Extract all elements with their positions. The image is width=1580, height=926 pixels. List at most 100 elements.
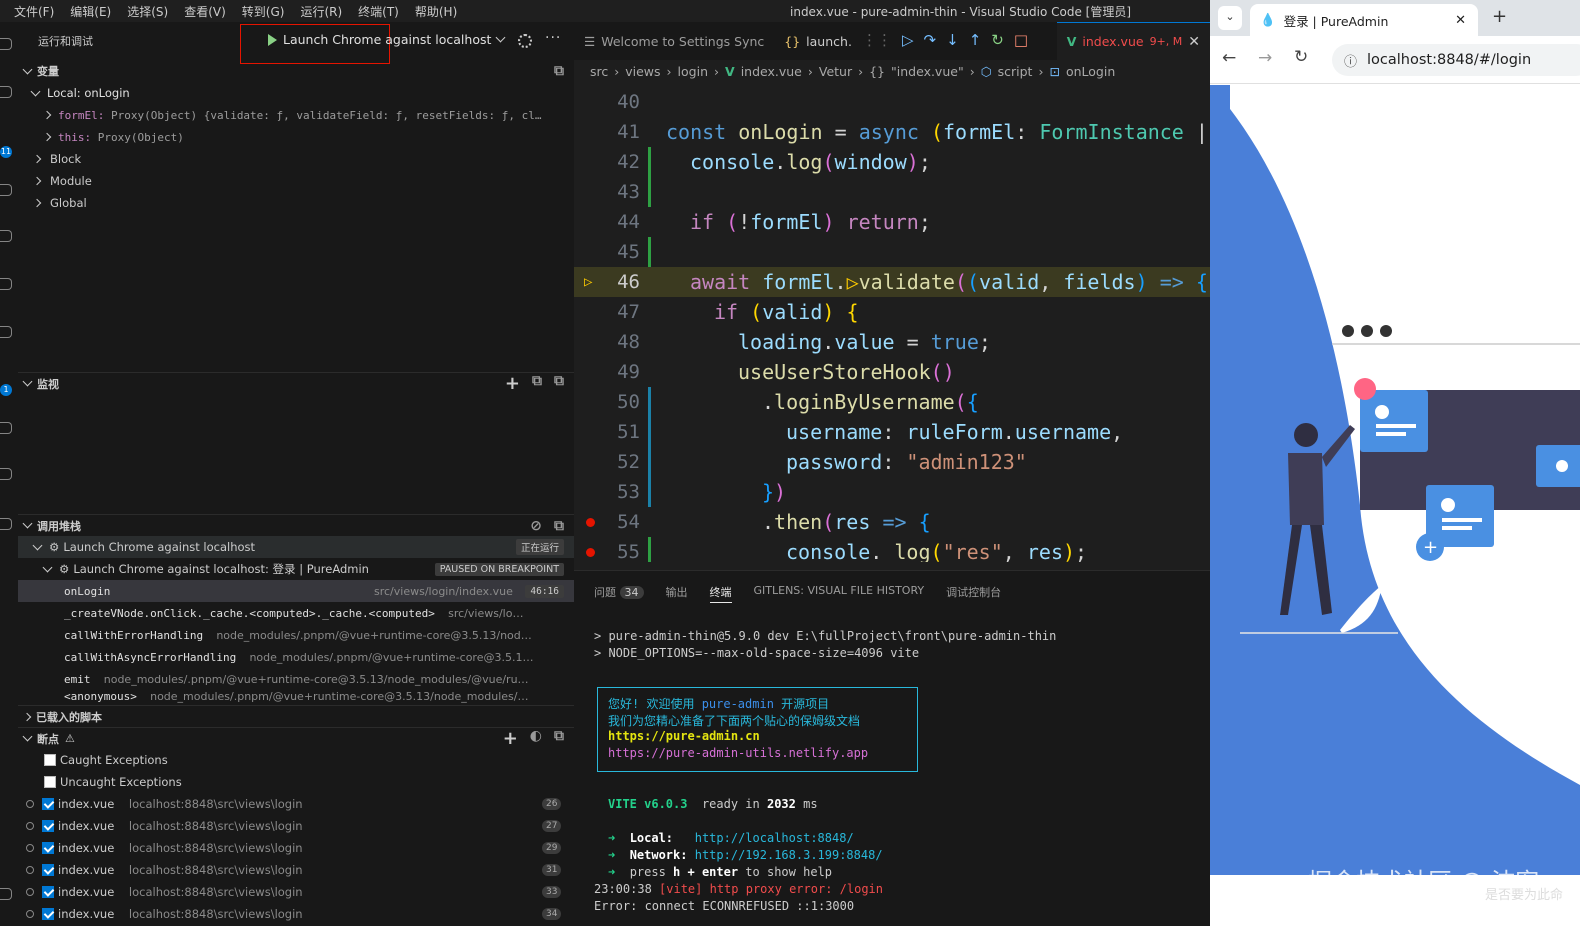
doc-link[interactable]: https://pure-admin-utils.netlify.app	[608, 746, 868, 760]
drag-handle-icon[interactable]: ⋮⋮	[862, 31, 892, 49]
breadcrumb-item[interactable]: Vetur	[819, 64, 852, 79]
debug-session[interactable]: ⚙ Launch Chrome against localhost 正在运行	[18, 536, 574, 558]
doc-link[interactable]: https://pure-admin.cn	[608, 729, 760, 743]
browser-tab[interactable]: 💧 登录 | PureAdmin ✕	[1250, 4, 1478, 36]
breakpoint-item[interactable]: index.vue localhost:8848\src\views\login…	[18, 837, 574, 859]
collapse-all-icon[interactable]: ⧉	[554, 728, 564, 749]
run-debug-icon[interactable]	[0, 184, 12, 196]
debug-target[interactable]: ⚙ Launch Chrome against localhost: 登录 | …	[18, 558, 574, 580]
tab-problems[interactable]: 问题 34	[594, 584, 644, 603]
uncaught-exceptions-checkbox[interactable]	[44, 776, 56, 788]
close-icon[interactable]: ✕	[1188, 34, 1200, 50]
breakpoint-checkbox[interactable]	[42, 820, 54, 832]
watch-section-header[interactable]: 监视 + ⧉ ⧉	[18, 372, 574, 394]
breakpoint-item[interactable]: index.vue localhost:8848\src\views\login…	[18, 793, 574, 815]
explorer-icon[interactable]	[0, 38, 12, 50]
extensions-icon[interactable]	[0, 230, 12, 242]
collapse-all-icon[interactable]: ⧉	[554, 373, 564, 394]
refresh-icon[interactable]: ⧉	[532, 373, 542, 394]
account-icon[interactable]	[0, 888, 12, 900]
close-icon[interactable]: ✕	[1455, 13, 1466, 28]
stack-frame[interactable]: callWithErrorHandling node_modules/.pnpm…	[18, 624, 574, 646]
step-out-icon[interactable]: ↑	[969, 31, 982, 49]
menu-selection[interactable]: 选择(S)	[119, 3, 176, 20]
local-url[interactable]: http://localhost:8848/	[695, 831, 854, 845]
timeline-icon[interactable]	[0, 468, 12, 480]
stack-frame[interactable]: _createVNode.onClick._cache.<computed>._…	[18, 602, 574, 624]
scope-local[interactable]: Local: onLogin	[18, 82, 574, 104]
menu-help[interactable]: 帮助(H)	[407, 3, 465, 20]
breakpoint-item[interactable]: index.vue localhost:8848\src\views\login…	[18, 859, 574, 881]
breakpoint-checkbox[interactable]	[42, 886, 54, 898]
menu-run[interactable]: 运行(R)	[292, 3, 350, 20]
breakpoint-icon[interactable]	[586, 547, 595, 557]
stack-frame[interactable]: onLogin src/views/login/index.vue 46:16	[18, 580, 574, 602]
more-actions-icon[interactable]: ···	[545, 30, 561, 46]
tab-gitlens-history[interactable]: GITLENS: VISUAL FILE HISTORY	[754, 584, 925, 603]
continue-icon[interactable]: ▷	[902, 31, 914, 49]
step-over-icon[interactable]: ↷	[924, 31, 937, 49]
breadcrumb-item[interactable]: index.vue	[741, 64, 802, 79]
breakpoint-item[interactable]: index.vue localhost:8848\src\views\login…	[18, 815, 574, 837]
menu-file[interactable]: 文件(F)	[6, 3, 62, 20]
gitlens-badge[interactable]: 1	[0, 384, 12, 396]
step-into-icon[interactable]: ↓	[946, 31, 959, 49]
collapse-all-icon[interactable]: ⧉	[554, 518, 564, 534]
menu-edit[interactable]: 编辑(E)	[62, 3, 119, 20]
breadcrumb-item[interactable]: onLogin	[1066, 64, 1115, 79]
tab-debug-console[interactable]: 调试控制台	[946, 584, 1001, 603]
restart-icon[interactable]: ↻	[991, 31, 1004, 49]
breakpoint-item[interactable]: index.vue localhost:8848\src\views\login…	[18, 903, 574, 925]
tab-output[interactable]: 输出	[666, 584, 688, 603]
menu-view[interactable]: 查看(V)	[176, 3, 234, 20]
network-url[interactable]: http://192.168.3.199:8848/	[695, 848, 883, 862]
add-icon[interactable]: +	[503, 728, 518, 749]
stack-frame[interactable]: callWithAsyncErrorHandling node_modules/…	[18, 646, 574, 668]
callstack-section-header[interactable]: 调用堆栈 ⊘ ⧉	[18, 514, 574, 536]
breakpoint-checkbox[interactable]	[42, 908, 54, 920]
gear-icon[interactable]	[518, 34, 532, 48]
chevron-down-icon[interactable]	[495, 32, 506, 43]
search-icon[interactable]	[0, 86, 12, 98]
docker-icon[interactable]	[0, 422, 12, 434]
caught-exceptions-row[interactable]: Caught Exceptions	[18, 749, 574, 771]
source-control-badge[interactable]: 11	[0, 146, 12, 158]
scope-module[interactable]: Module	[18, 170, 574, 192]
breakpoints-section-header[interactable]: 断点 ⚠ + ◐ ⧉	[18, 727, 574, 749]
launch-config-dropdown[interactable]: Launch Chrome against localhost	[268, 32, 506, 47]
breadcrumb-item[interactable]: login	[678, 64, 708, 79]
new-tab-icon[interactable]: +	[1492, 6, 1507, 27]
variable-row[interactable]: formEl: Proxy(Object) {validate: ƒ, vali…	[18, 104, 574, 126]
breadcrumb-item[interactable]: src	[590, 64, 608, 79]
stop-icon[interactable]: □	[1014, 31, 1028, 49]
tab-terminal[interactable]: 终端	[709, 584, 732, 603]
variable-row[interactable]: this: Proxy(Object)	[18, 126, 574, 148]
forward-icon[interactable]: →	[1258, 48, 1272, 68]
testing-icon[interactable]	[0, 326, 12, 338]
menu-terminal[interactable]: 终端(T)	[350, 3, 407, 20]
breadcrumb-item[interactable]: "index.vue"	[891, 64, 964, 79]
tab-index-vue[interactable]: V index.vue 9+, M ✕	[1056, 22, 1210, 60]
code-editor[interactable]: 40 41 const onLogin = async (formEl: For…	[574, 82, 1210, 562]
address-bar[interactable]: ⓘ localhost:8848/#/login	[1332, 44, 1580, 76]
breakpoint-checkbox[interactable]	[42, 864, 54, 876]
loaded-scripts-header[interactable]: 已载入的脚本	[18, 705, 574, 727]
menu-go[interactable]: 转到(G)	[234, 3, 293, 20]
tab-search-icon[interactable]: ⌄	[1218, 6, 1242, 30]
arrow-icon[interactable]	[0, 518, 12, 530]
breakpoint-icon[interactable]	[586, 517, 595, 527]
remote-icon[interactable]	[0, 278, 12, 290]
site-info-icon[interactable]: ⓘ	[1344, 51, 1357, 70]
stack-frame[interactable]: <anonymous> node_modules/.pnpm/@vue+runt…	[18, 690, 574, 704]
stack-frame[interactable]: emit node_modules/.pnpm/@vue+runtime-cor…	[18, 668, 574, 690]
caught-exceptions-checkbox[interactable]	[44, 754, 56, 766]
variables-section-header[interactable]: 变量 ⧉	[18, 60, 574, 82]
toggle-icon[interactable]: ⊘	[530, 518, 542, 534]
tab-settings-sync[interactable]: ☰ Welcome to Settings Sync	[574, 22, 774, 60]
breadcrumb-item[interactable]: views	[625, 64, 660, 79]
breakpoint-item[interactable]: index.vue localhost:8848\src\views\login…	[18, 881, 574, 903]
collapse-all-icon[interactable]: ⧉	[554, 63, 564, 79]
toggle-breakpoints-icon[interactable]: ◐	[530, 728, 542, 749]
breadcrumb-item[interactable]: script	[998, 64, 1033, 79]
scope-block[interactable]: Block	[18, 148, 574, 170]
